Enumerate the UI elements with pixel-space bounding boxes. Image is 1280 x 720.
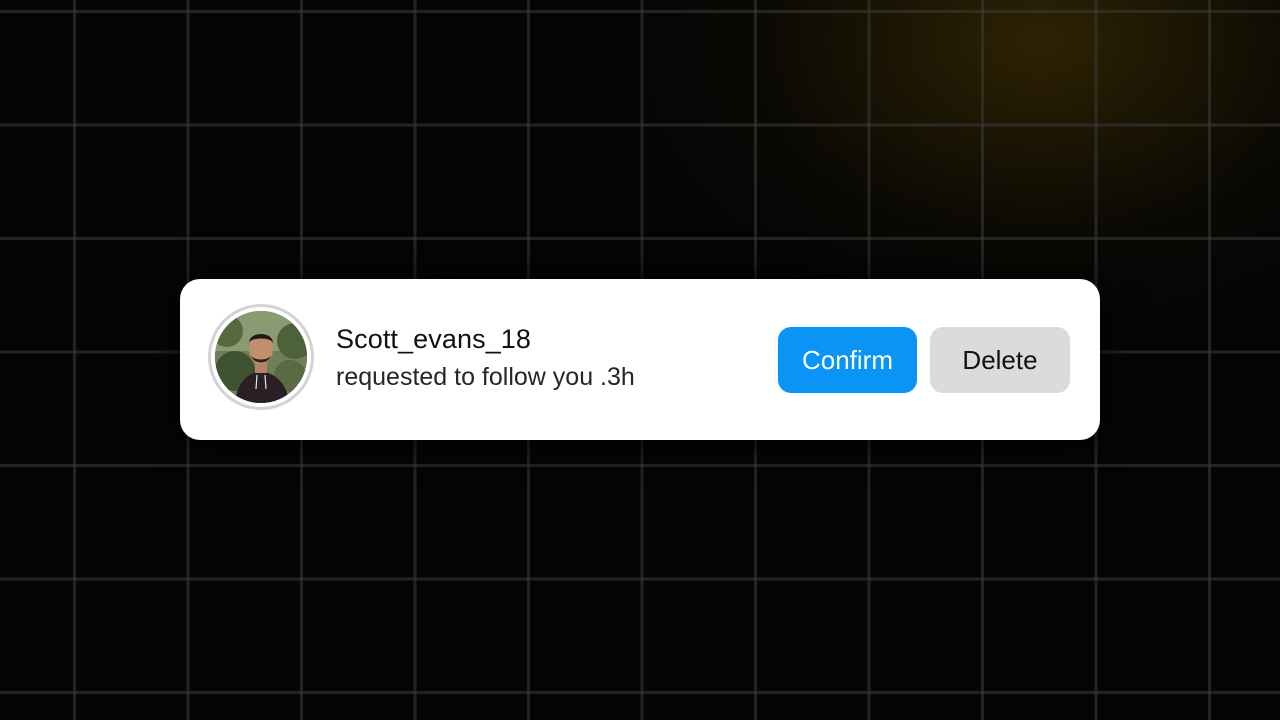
avatar[interactable] xyxy=(215,311,307,403)
background-stage: Scott_evans_18 requested to follow you .… xyxy=(0,0,1280,720)
user-avatar-photo-icon xyxy=(215,311,307,403)
confirm-button[interactable]: Confirm xyxy=(778,327,917,393)
delete-button[interactable]: Delete xyxy=(930,327,1070,393)
request-message: requested to follow you .3h xyxy=(336,363,635,391)
follow-request-card: Scott_evans_18 requested to follow you .… xyxy=(180,279,1100,440)
avatar-ring[interactable] xyxy=(208,304,314,410)
username[interactable]: Scott_evans_18 xyxy=(336,321,635,357)
request-text: Scott_evans_18 requested to follow you .… xyxy=(336,321,635,395)
